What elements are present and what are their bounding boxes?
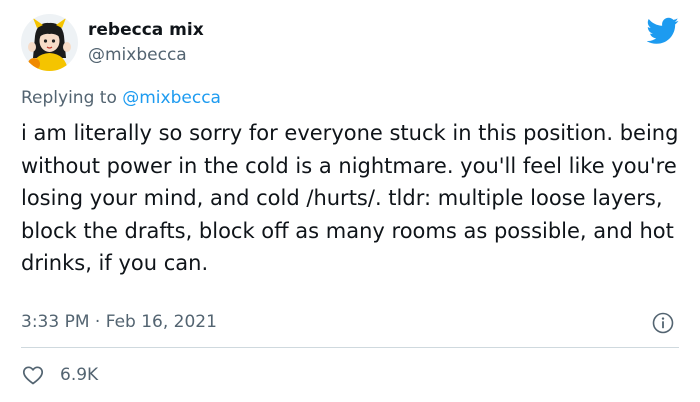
reply-prefix: Replying to xyxy=(21,88,123,108)
user-handle[interactable]: @mixbecca xyxy=(88,45,187,65)
avatar[interactable] xyxy=(21,14,78,71)
tweet-text: i am literally so sorry for everyone stu… xyxy=(21,121,679,275)
info-icon[interactable] xyxy=(652,312,674,334)
heart-icon xyxy=(22,366,44,385)
display-name[interactable]: rebecca mix xyxy=(88,20,204,40)
tweet-date: Feb 16, 2021 xyxy=(105,312,217,332)
twitter-bird-icon[interactable] xyxy=(647,17,679,45)
meta-separator: · xyxy=(89,312,106,332)
tweet-time: 3:33 PM xyxy=(21,312,90,332)
cartoon-avatar-icon xyxy=(21,14,78,71)
like-count: 6.9K xyxy=(60,365,99,385)
like-button[interactable]: 6.9K xyxy=(21,362,98,388)
tweet-timestamp[interactable]: 3:33 PM · Feb 16, 2021 xyxy=(21,312,217,332)
reply-target-link[interactable]: @mixbecca xyxy=(122,88,221,108)
tweet-card: rebecca mix @mixbecca Replying to @mixbe… xyxy=(0,0,700,402)
divider xyxy=(21,347,679,348)
reply-context: Replying to @mixbecca xyxy=(21,88,221,108)
